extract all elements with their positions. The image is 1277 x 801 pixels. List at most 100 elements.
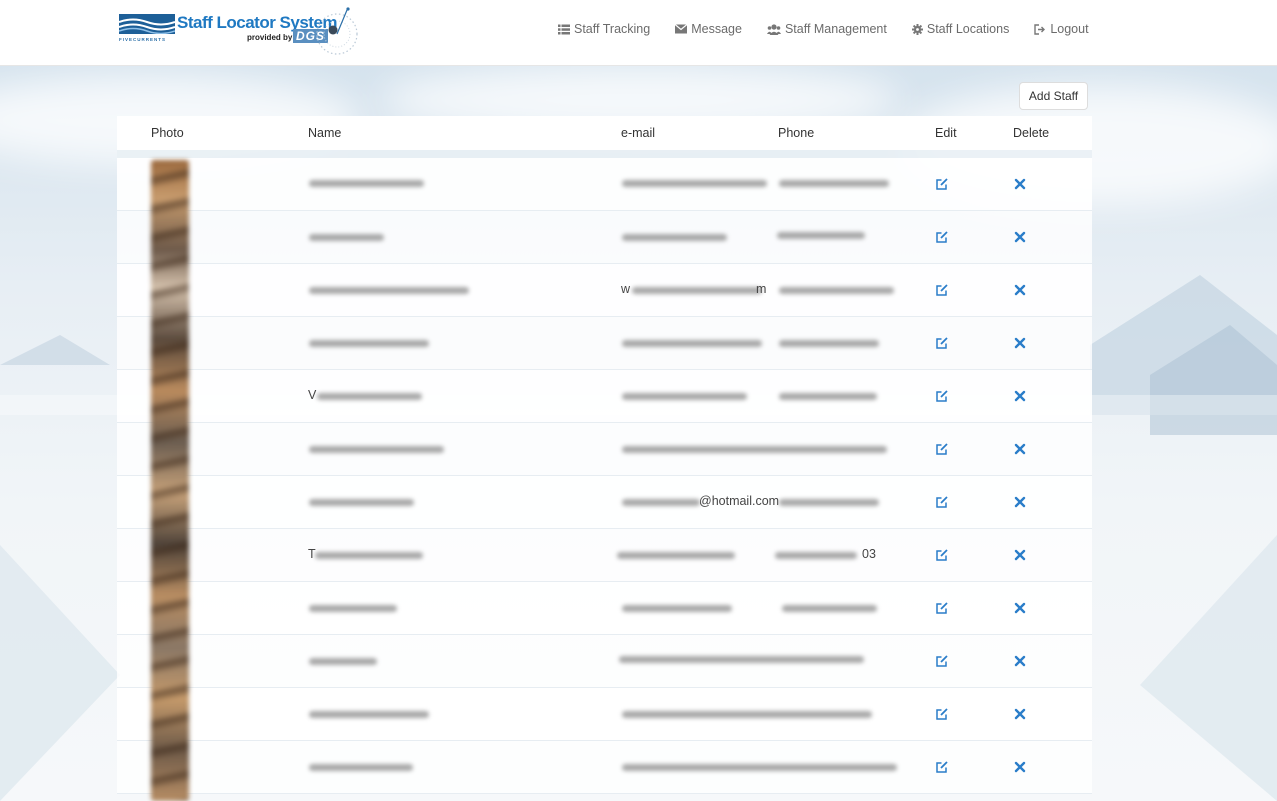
blurred-phone — [777, 232, 865, 239]
table-row — [117, 317, 1092, 370]
nav-message-label: Message — [691, 22, 742, 36]
table-row: @hotmail.com — [117, 476, 1092, 529]
table-row: V — [117, 370, 1092, 423]
blurred-name — [309, 446, 444, 453]
fivecurrents-wave-icon — [119, 14, 175, 34]
delete-icon[interactable] — [1013, 230, 1027, 244]
blurred-email — [622, 234, 727, 241]
blurred-email — [622, 393, 747, 400]
top-navbar: FIVECURRENTS Staff Locator System provid… — [0, 0, 1277, 66]
blurred-phone — [779, 340, 879, 347]
staff-locator-logo[interactable]: FIVECURRENTS Staff Locator System provid… — [119, 4, 369, 62]
header-divider — [117, 150, 1092, 158]
edit-icon[interactable] — [935, 389, 949, 403]
delete-icon[interactable] — [1013, 336, 1027, 350]
delete-icon[interactable] — [1013, 495, 1027, 509]
edit-icon[interactable] — [935, 707, 949, 721]
email-prefix-text: w — [621, 282, 631, 296]
email-suffix-text: m — [756, 282, 767, 296]
edit-icon[interactable] — [935, 442, 949, 456]
delete-icon[interactable] — [1013, 283, 1027, 297]
blurred-email — [632, 287, 762, 294]
blurred-name — [309, 711, 429, 718]
table-row — [117, 741, 1092, 794]
edit-icon[interactable] — [935, 336, 949, 350]
delete-icon[interactable] — [1013, 707, 1027, 721]
nav-staff-tracking[interactable]: Staff Tracking — [558, 21, 650, 37]
name-prefix-text: V — [308, 388, 317, 402]
nav-logout-label: Logout — [1050, 22, 1089, 36]
users-icon — [766, 23, 781, 35]
blurred-name — [317, 393, 422, 400]
email-domain-text: @hotmail.com — [699, 494, 780, 508]
blurred-email — [622, 711, 872, 718]
edit-icon[interactable] — [935, 654, 949, 668]
blurred-name — [309, 499, 414, 506]
blurred-email — [622, 499, 700, 506]
edit-icon[interactable] — [935, 177, 949, 191]
blurred-name — [309, 180, 424, 187]
column-header-email: e-mail — [621, 126, 656, 140]
blurred-name — [309, 287, 469, 294]
table-row — [117, 688, 1092, 741]
logout-icon — [1034, 23, 1046, 35]
column-header-photo: Photo — [151, 126, 184, 140]
blurred-name — [309, 658, 377, 665]
add-staff-button[interactable]: Add Staff — [1019, 82, 1088, 110]
nav-logout[interactable]: Logout — [1034, 21, 1089, 37]
nav-staff-tracking-label: Staff Tracking — [574, 22, 651, 36]
blurred-email — [622, 340, 762, 347]
delete-icon[interactable] — [1013, 548, 1027, 562]
blurred-email — [622, 605, 732, 612]
nav-staff-locations-label: Staff Locations — [926, 22, 1010, 36]
blurred-phone — [779, 287, 894, 294]
table-row — [117, 423, 1092, 476]
blurred-name — [315, 552, 423, 559]
nav-staff-locations[interactable]: Staff Locations — [911, 21, 1010, 37]
provided-by-label: provided by — [247, 33, 293, 42]
table-row — [117, 211, 1092, 264]
blurred-name — [309, 764, 413, 771]
gear-icon — [911, 23, 923, 35]
nav-staff-management[interactable]: Staff Management — [766, 21, 887, 37]
delete-icon[interactable] — [1013, 389, 1027, 403]
blurred-phone — [775, 552, 857, 559]
table-row: T 03 — [117, 529, 1092, 582]
blurred-phone — [779, 180, 889, 187]
column-header-name: Name — [308, 126, 342, 140]
table-row — [117, 635, 1092, 688]
table-row — [117, 158, 1092, 211]
blurred-phone — [779, 393, 877, 400]
blurred-name — [309, 340, 429, 347]
blurred-phone — [779, 499, 879, 506]
delete-icon[interactable] — [1013, 654, 1027, 668]
fivecurrents-label: FIVECURRENTS — [119, 37, 167, 42]
staff-table-header: Photo Name e-mail Phone Edit Delete — [117, 116, 1092, 150]
nav-message[interactable]: Message — [675, 21, 742, 37]
edit-icon[interactable] — [935, 601, 949, 615]
delete-icon[interactable] — [1013, 760, 1027, 774]
delete-icon[interactable] — [1013, 601, 1027, 615]
list-icon — [558, 24, 570, 34]
edit-icon[interactable] — [935, 283, 949, 297]
blurred-email — [619, 656, 864, 663]
delete-icon[interactable] — [1013, 177, 1027, 191]
column-header-delete: Delete — [1013, 126, 1050, 140]
staff-photo-column — [151, 160, 189, 801]
phone-suffix-text: 03 — [862, 547, 876, 561]
blurred-name — [309, 605, 397, 612]
blurred-email — [622, 764, 897, 771]
blurred-email — [622, 180, 767, 187]
blurred-email — [622, 446, 887, 453]
column-header-phone: Phone — [778, 126, 815, 140]
edit-icon[interactable] — [935, 495, 949, 509]
envelope-icon — [675, 24, 688, 34]
main-nav: Staff Tracking Message Staff Management — [558, 21, 1089, 37]
edit-icon[interactable] — [935, 760, 949, 774]
nav-staff-management-label: Staff Management — [784, 22, 887, 36]
edit-icon[interactable] — [935, 230, 949, 244]
blurred-phone — [782, 605, 877, 612]
delete-icon[interactable] — [1013, 442, 1027, 456]
edit-icon[interactable] — [935, 548, 949, 562]
compass-icon — [316, 7, 358, 55]
